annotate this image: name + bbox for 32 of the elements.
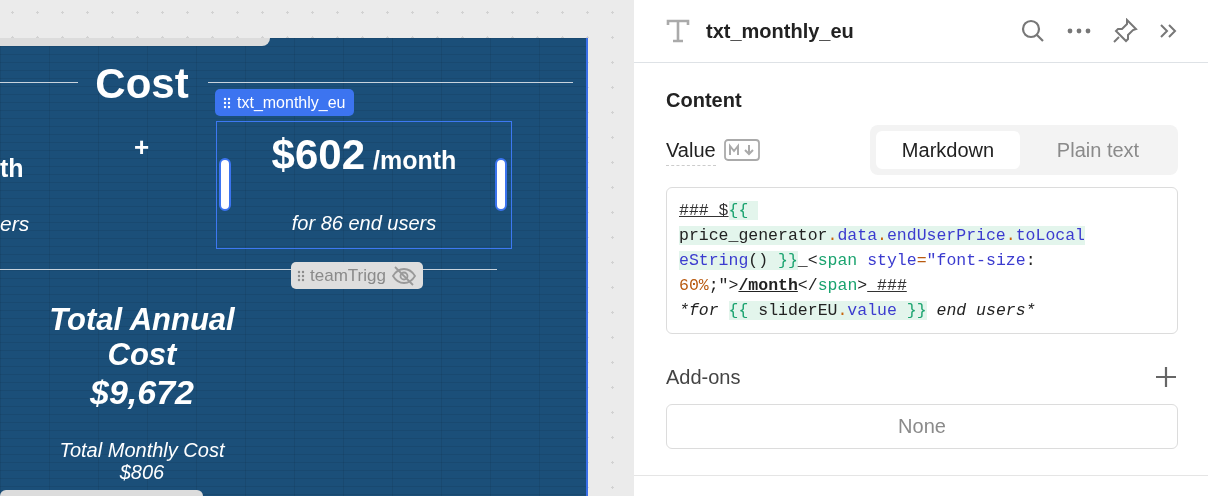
component-name: txt_monthly_eu [237, 92, 346, 113]
total-monthly-value: $806 [118, 461, 166, 484]
component-name: teamTrigg [310, 264, 386, 287]
double-chevron-icon[interactable] [1158, 23, 1178, 39]
total-annual-label: Total Annual Cost [48, 302, 236, 372]
resize-handle[interactable] [219, 158, 231, 211]
section-title: Cost [94, 59, 190, 109]
section-heading: Add-ons [666, 365, 741, 390]
cell-subtitle: ers [0, 211, 30, 237]
text-type-icon [666, 18, 690, 44]
mode-tab[interactable]: Plain text [1024, 131, 1172, 169]
add-icon[interactable] [1154, 365, 1178, 389]
search-icon[interactable] [1020, 18, 1046, 44]
total-monthly-label: Total Monthly Cost [58, 438, 226, 463]
code-editor[interactable]: ### ${{ price_generator.data.endUserPrice.toLocal eString() }}_<span style="font-size: 60%;">/month</span> ### *for {{ sliderEU.value }} end users* [666, 187, 1178, 334]
section-heading: Content [666, 88, 743, 113]
markdown-icon [723, 137, 760, 163]
addons-field[interactable]: None [666, 404, 1178, 449]
more-icon[interactable] [1066, 27, 1092, 35]
resize-handle[interactable] [495, 158, 507, 211]
component-label[interactable]: txt_monthly_eu [215, 89, 354, 116]
total-annual-value: $9,672 [89, 373, 195, 411]
pin-icon[interactable] [1112, 18, 1138, 44]
mode-tab[interactable]: Markdown [876, 131, 1020, 169]
price-caption: for 86 end users [290, 211, 438, 236]
price-value: $602 [271, 130, 366, 180]
hidden-component-tag[interactable]: teamTrigg [291, 262, 423, 289]
cell-title: th [0, 153, 24, 184]
price-unit: /month [373, 145, 457, 176]
panel-title: txt_monthly_eu [706, 19, 854, 44]
plus-sign: + [134, 131, 150, 164]
field-label: Value [666, 134, 716, 166]
